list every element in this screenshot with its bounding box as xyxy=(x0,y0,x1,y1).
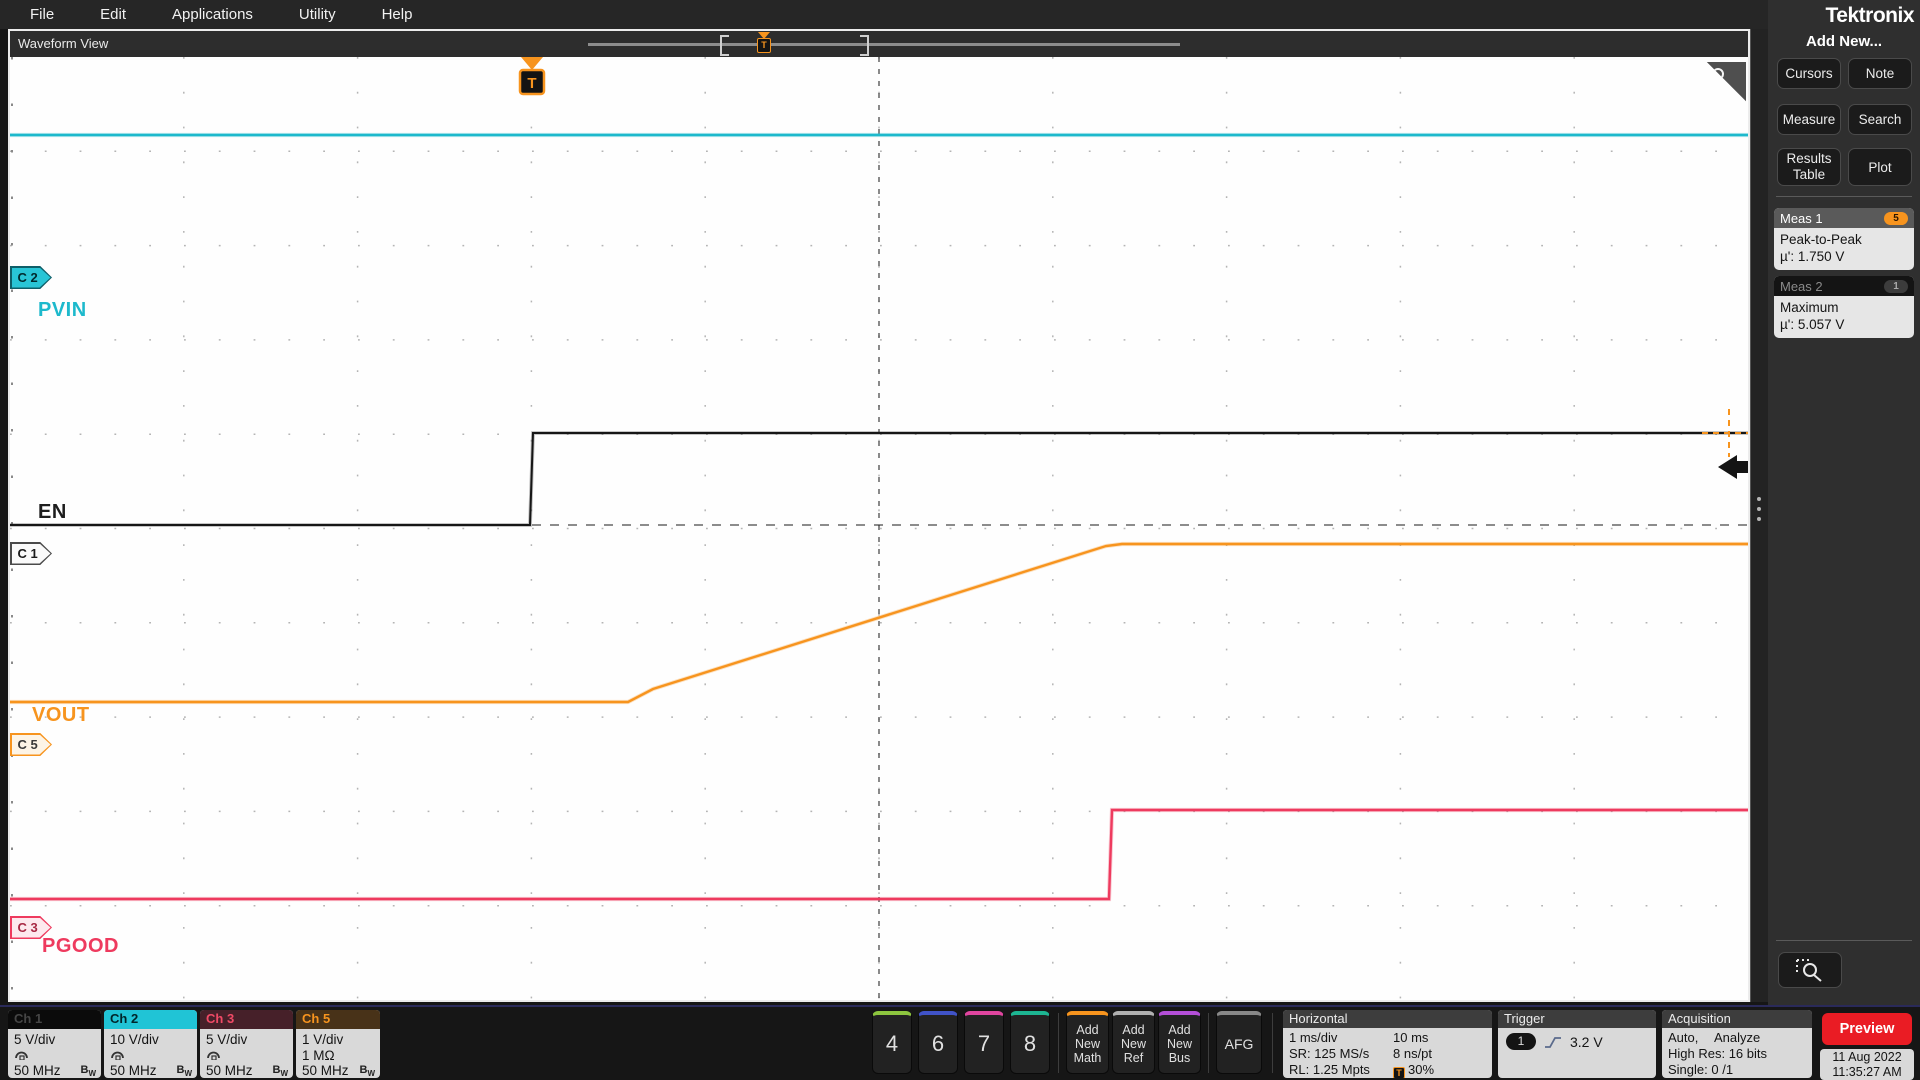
trigger-position-icon: T xyxy=(1393,1067,1405,1078)
meas1-source-badge: 5 xyxy=(1884,212,1908,225)
label-en: EN xyxy=(38,501,67,524)
panel-splitter[interactable] xyxy=(1750,29,1769,1002)
meas2-type: Maximum xyxy=(1780,299,1908,316)
menu-bar: File Edit Applications Utility Help xyxy=(0,0,1920,29)
timeline-left-bracket[interactable] xyxy=(720,35,729,56)
menu-file[interactable]: File xyxy=(30,6,54,23)
channel-badge-ch5[interactable]: Ch 5 1 V/div 1 MΩ 50 MHz BW xyxy=(296,1010,380,1078)
meas1-value: µ': 1.750 V xyxy=(1780,248,1908,265)
divider xyxy=(1058,1013,1059,1073)
date: 11 Aug 2022 xyxy=(1820,1050,1914,1065)
add-new-ref-button[interactable]: Add New Ref xyxy=(1112,1011,1155,1074)
probe-icon xyxy=(206,1048,221,1060)
trigger-level: 3.2 V xyxy=(1570,1034,1603,1050)
channel-tag-c2[interactable]: C 2 xyxy=(10,266,52,289)
channel-4-button[interactable]: 4 xyxy=(872,1011,912,1074)
datetime-badge[interactable]: 11 Aug 2022 11:35:27 AM xyxy=(1820,1049,1914,1080)
menu-help[interactable]: Help xyxy=(382,6,413,23)
trigger-marker-icon xyxy=(521,57,543,70)
channel-tag-c1[interactable]: C 1 xyxy=(10,542,52,565)
divider xyxy=(1208,1013,1209,1073)
add-plot-button[interactable]: Plot xyxy=(1848,148,1912,186)
waveform-view-title: Waveform View xyxy=(18,36,108,51)
trigger-badge[interactable]: Trigger 1 3.2 V xyxy=(1498,1010,1656,1078)
label-pgood: PGOOD xyxy=(42,935,119,958)
menu-edit[interactable]: Edit xyxy=(100,6,126,23)
meas1-title: Meas 1 xyxy=(1780,211,1823,226)
preview-button[interactable]: Preview xyxy=(1822,1013,1912,1045)
add-note-button[interactable]: Note xyxy=(1848,58,1912,89)
meas2-title: Meas 2 xyxy=(1780,279,1823,294)
add-new-title: Add New... xyxy=(1768,33,1920,50)
zoom-selection-button[interactable] xyxy=(1778,952,1842,988)
svg-text:T: T xyxy=(527,75,536,92)
menu-utility[interactable]: Utility xyxy=(299,6,336,23)
add-results-table-button[interactable]: Results Table xyxy=(1777,148,1841,186)
tekscope-app: File Edit Applications Utility Help Wave… xyxy=(0,0,1920,1080)
afg-button[interactable]: AFG xyxy=(1216,1011,1262,1074)
channel-6-button[interactable]: 6 xyxy=(918,1011,958,1074)
bandwidth-limit-icon: BW xyxy=(359,1064,375,1078)
add-cursors-button[interactable]: Cursors xyxy=(1777,58,1841,89)
meas2-value: µ': 5.057 V xyxy=(1780,316,1908,333)
splitter-handle-icon[interactable] xyxy=(1757,497,1762,527)
add-search-button[interactable]: Search xyxy=(1848,104,1912,135)
channel-7-button[interactable]: 7 xyxy=(964,1011,1004,1074)
divider xyxy=(1776,940,1912,941)
label-vout: VOUT xyxy=(32,704,90,727)
waveform-plot: T xyxy=(10,57,1748,1000)
channel-8-button[interactable]: 8 xyxy=(1010,1011,1050,1074)
divider xyxy=(1776,196,1912,197)
timeline-trigger-icon[interactable]: T xyxy=(756,32,772,56)
add-measure-button[interactable]: Measure xyxy=(1777,104,1841,135)
acquisition-badge[interactable]: Acquisition Auto,Analyze High Res: 16 bi… xyxy=(1662,1010,1812,1078)
label-pvin: PVIN xyxy=(38,299,87,322)
bandwidth-limit-icon: BW xyxy=(176,1064,192,1078)
timeline-right-bracket[interactable] xyxy=(860,35,869,56)
divider xyxy=(1272,1013,1273,1073)
tektronix-logo: Tektronix xyxy=(1826,4,1914,28)
add-new-bus-button[interactable]: Add New Bus xyxy=(1158,1011,1201,1074)
bandwidth-limit-icon: BW xyxy=(80,1064,96,1078)
waveform-view-header[interactable]: Waveform View T xyxy=(10,31,1748,57)
trigger-source-badge: 1 xyxy=(1506,1033,1536,1050)
add-new-math-button[interactable]: Add New Math xyxy=(1066,1011,1109,1074)
meas2-badge[interactable]: Meas 2 1 Maximum µ': 5.057 V xyxy=(1774,276,1914,338)
box-zoom-icon xyxy=(1779,953,1841,987)
meas1-type: Peak-to-Peak xyxy=(1780,231,1908,248)
bandwidth-limit-icon: BW xyxy=(272,1064,288,1078)
channel-badge-ch1[interactable]: Ch 1 5 V/div 50 MHz BW xyxy=(8,1010,101,1078)
channel-badge-ch2[interactable]: Ch 2 10 V/div 50 MHz BW xyxy=(104,1010,197,1078)
horizontal-badge[interactable]: Horizontal 1 ms/div10 ms SR: 125 MS/s8 n… xyxy=(1283,1010,1492,1078)
graticule: T C 2 C 1 C 5 C 3 PVIN EN VOUT PGOOD xyxy=(10,57,1748,1000)
probe-icon xyxy=(110,1048,125,1060)
acquisition-overview-timeline[interactable]: T xyxy=(588,31,1180,57)
channel-tag-c5[interactable]: C 5 xyxy=(10,733,52,756)
menu-applications[interactable]: Applications xyxy=(172,6,253,23)
time: 11:35:27 AM xyxy=(1820,1065,1914,1080)
settings-bar: Ch 1 5 V/div 50 MHz BW Ch 2 10 V/div 50 xyxy=(0,1005,1920,1080)
channel-badge-ch3[interactable]: Ch 3 5 V/div 50 MHz BW xyxy=(200,1010,293,1078)
meas1-badge[interactable]: Meas 1 5 Peak-to-Peak µ': 1.750 V xyxy=(1774,208,1914,270)
waveform-panel: Waveform View T T C 2 C 1 xyxy=(8,29,1750,1002)
trigger-level-arrow-icon xyxy=(1718,455,1748,479)
right-panel: Tektronix Add New... Cursors Note Measur… xyxy=(1768,0,1920,1005)
probe-icon xyxy=(14,1048,29,1060)
timeline-line xyxy=(588,43,1180,46)
rising-edge-icon xyxy=(1544,1035,1562,1049)
meas2-source-badge: 1 xyxy=(1884,280,1908,293)
